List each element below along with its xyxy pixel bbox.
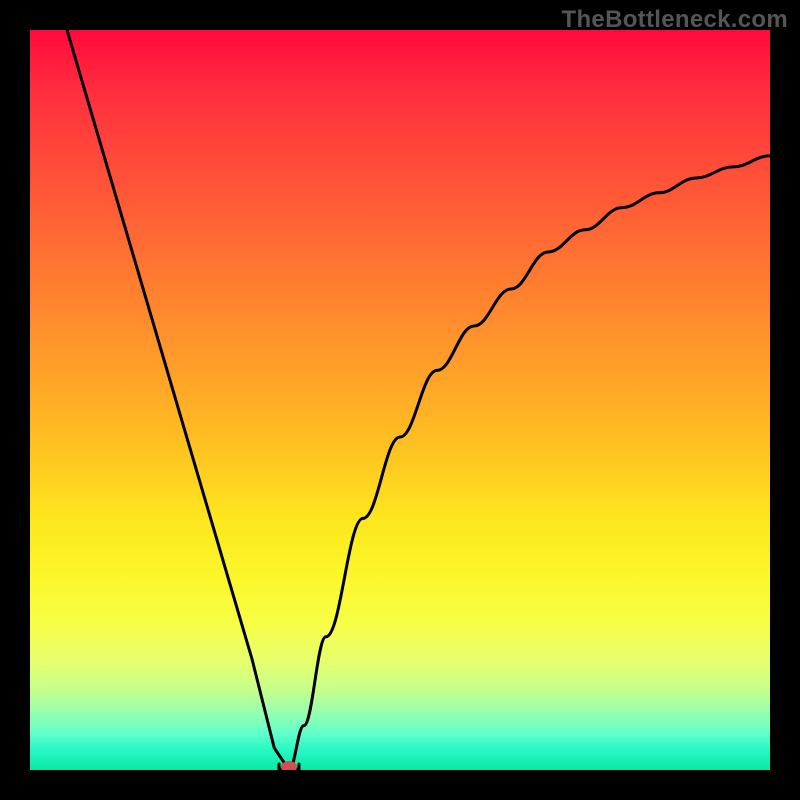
marker-svg [30,30,770,770]
chart-frame: TheBottleneck.com [0,0,800,800]
watermark-text: TheBottleneck.com [562,6,788,34]
minimum-marker [281,761,297,770]
